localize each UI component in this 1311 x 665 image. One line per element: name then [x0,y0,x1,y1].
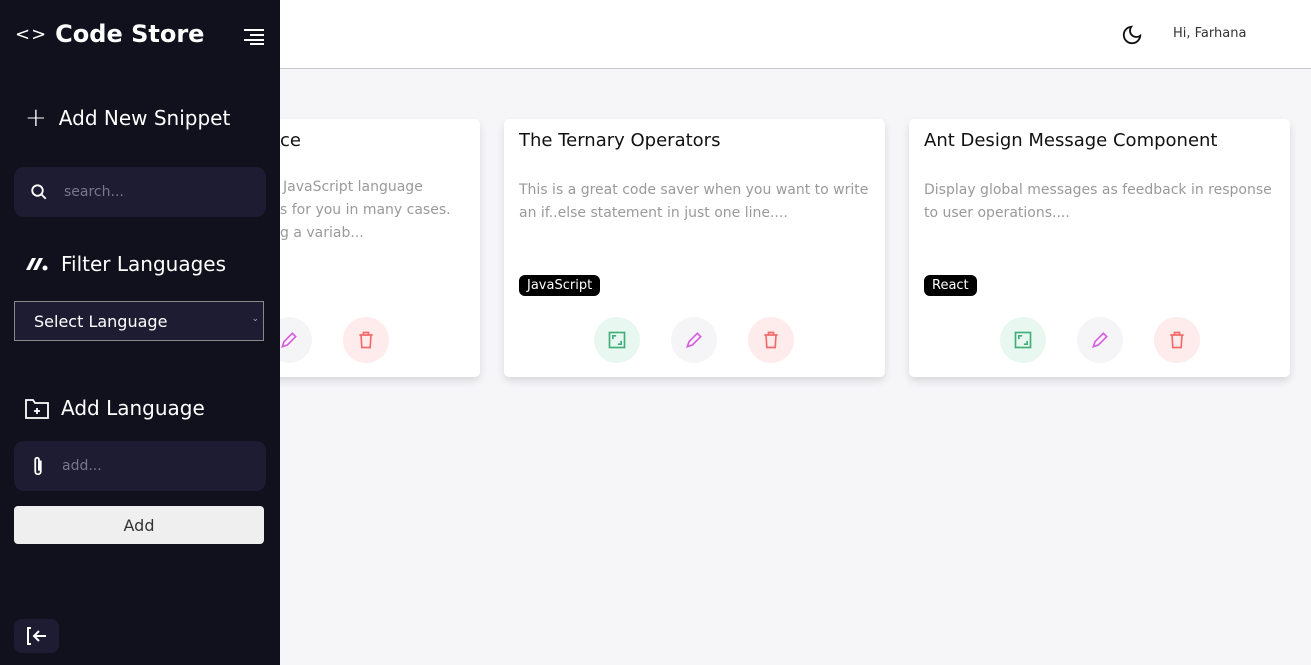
app-logo: <> Code Store [15,20,204,48]
filter-logo-icon [26,258,48,271]
language-tag: React [924,275,977,296]
search-input[interactable] [64,184,234,200]
chevron-down-icon: ⌄ [251,314,259,324]
menu-toggle-icon[interactable] [243,29,264,45]
folder-plus-icon [25,399,49,419]
delete-button[interactable] [748,317,794,363]
pencil-icon [686,332,702,348]
snippet-card[interactable]: The Ternary Operators This is a great co… [504,119,885,377]
add-language-field [14,441,266,491]
select-value: Select Language [34,311,168,331]
moon-icon[interactable] [1121,24,1143,46]
card-title: The Ternary Operators [519,130,721,151]
expand-icon [1014,331,1032,349]
logout-button[interactable] [14,619,59,653]
card-desc: JavaScript language [283,179,423,195]
view-button[interactable] [1000,317,1046,363]
language-select[interactable]: Select Language ⌄ [14,301,264,341]
pencil-icon [1092,332,1108,348]
edit-button[interactable] [1077,317,1123,363]
search-field [14,167,266,217]
app-title: Code Store [55,20,205,48]
view-button[interactable] [594,317,640,363]
add-language-button[interactable]: Add [14,506,264,544]
trash-icon [1170,331,1184,349]
edit-button[interactable] [671,317,717,363]
sidebar: <> Code Store + Add New Snippet Filter L… [0,0,280,665]
filter-languages-heading: Filter Languages [25,252,226,276]
trash-icon [359,331,373,349]
user-greeting[interactable]: Hi, Farhana [1173,26,1246,41]
paperclip-icon [34,456,42,476]
plus-icon: + [25,103,47,133]
card-desc: Display global messages as feedback in r… [924,182,1272,221]
delete-button[interactable] [343,317,389,363]
add-language-heading: Add Language [25,396,205,420]
add-language-input[interactable] [62,458,232,474]
card-desc: g a variab... [280,225,364,241]
code-icon: <> [15,23,48,45]
add-snippet-label: Add New Snippet [58,106,231,130]
trash-icon [764,331,778,349]
snippet-card[interactable]: Ant Design Message Component Display glo… [909,119,1290,377]
card-title: Ant Design Message Component [924,130,1218,151]
search-icon [31,184,47,200]
card-title: ce [280,130,301,151]
expand-icon [608,331,626,349]
add-language-label: Add Language [61,396,205,420]
pencil-icon [281,332,297,348]
filter-label: Filter Languages [61,252,227,276]
card-desc: s for you in many cases. [280,202,451,218]
logout-icon [26,627,46,645]
language-tag: JavaScript [519,275,601,296]
add-snippet-button[interactable]: + Add New Snippet [25,103,230,133]
card-desc: This is a great code saver when you want… [519,182,869,221]
delete-button[interactable] [1154,317,1200,363]
